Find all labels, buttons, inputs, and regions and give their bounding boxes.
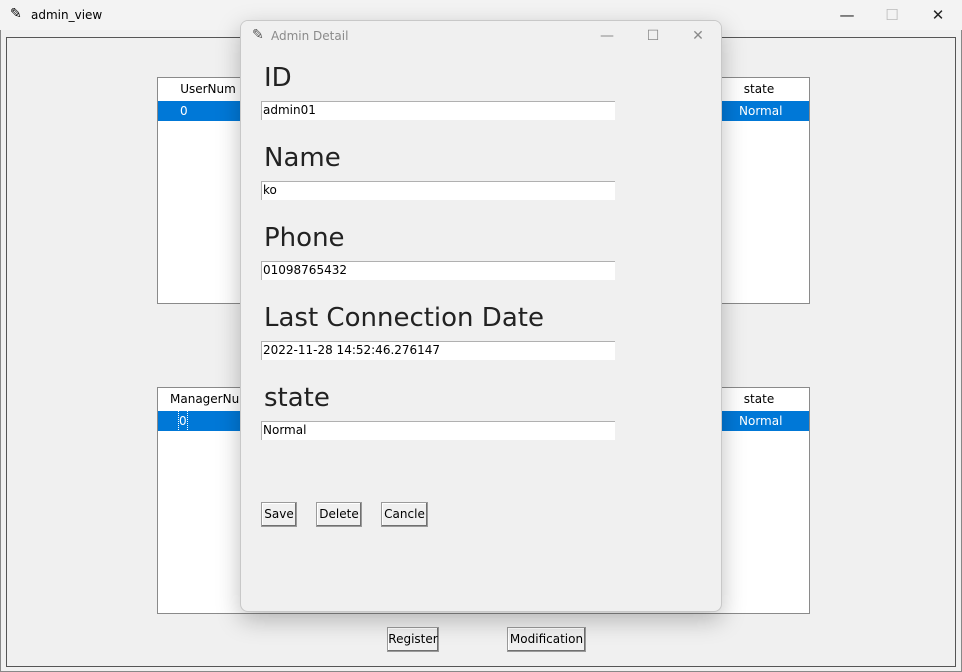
name-field[interactable]: ko	[261, 181, 615, 200]
manager-table-header-state[interactable]: state	[709, 388, 809, 410]
dialog-close-button[interactable]: ✕	[675, 21, 721, 51]
user-row-state: Normal	[739, 104, 783, 118]
id-field[interactable]: admin01	[261, 101, 615, 120]
state-field[interactable]: Normal	[261, 421, 615, 440]
dialog-maximize-button[interactable]: ☐	[630, 21, 676, 51]
maximize-button[interactable]: ☐	[869, 0, 915, 30]
dialog-minimize-button[interactable]: —	[584, 21, 630, 51]
dialog-titlebar: ✎ Admin Detail — ☐ ✕	[241, 21, 721, 51]
phone-label: Phone	[264, 223, 345, 253]
feather-icon: ✎	[10, 6, 22, 22]
id-label: ID	[264, 63, 292, 93]
user-row-num: 0	[180, 104, 188, 118]
user-table-header-state[interactable]: state	[709, 78, 809, 100]
last-connection-label: Last Connection Date	[264, 303, 544, 333]
dialog-title: Admin Detail	[271, 29, 349, 43]
feather-icon: ✎	[252, 27, 264, 43]
phone-field[interactable]: 01098765432	[261, 261, 615, 280]
register-button[interactable]: Register	[387, 627, 439, 652]
manager-row-state: Normal	[739, 414, 783, 428]
main-window-title: admin_view	[31, 8, 103, 22]
last-connection-field[interactable]: 2022-11-28 14:52:46.276147	[261, 341, 615, 360]
state-label: state	[264, 383, 330, 413]
cancel-button[interactable]: Cancle	[381, 502, 428, 527]
name-label: Name	[264, 143, 341, 173]
modification-button[interactable]: Modification	[507, 627, 586, 652]
close-button[interactable]: ✕	[915, 0, 961, 30]
delete-button[interactable]: Delete	[316, 502, 362, 527]
save-button[interactable]: Save	[261, 502, 297, 527]
manager-row-num: 0	[178, 410, 188, 432]
admin-detail-dialog: ✎ Admin Detail — ☐ ✕ ID admin01 Name ko …	[240, 20, 722, 612]
minimize-button[interactable]: —	[824, 0, 870, 30]
